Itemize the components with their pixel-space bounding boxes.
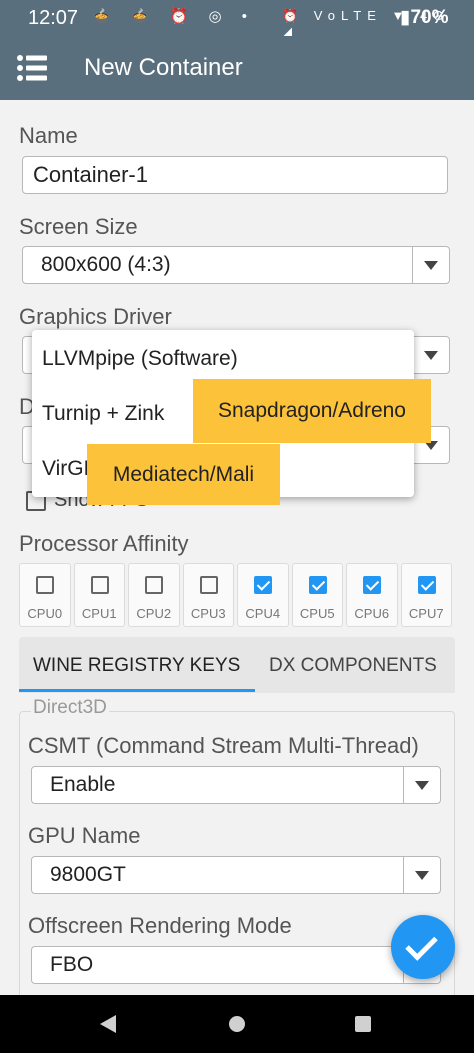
tab-dx-components[interactable]: DX COMPONENTS [269, 655, 437, 677]
cpu-affinity-item[interactable]: CPU4 [237, 563, 289, 627]
cpu-label: CPU6 [354, 606, 390, 621]
app-bar: New Container [0, 36, 474, 100]
select-divider [403, 857, 404, 893]
checkbox-icon [145, 576, 163, 594]
cpu-label: CPU1 [81, 606, 117, 621]
cpu-affinity-item[interactable]: CPU1 [73, 563, 125, 627]
recent-apps-icon[interactable] [355, 1016, 371, 1032]
checkbox-checked-icon [308, 576, 327, 594]
confirm-button[interactable] [391, 915, 455, 979]
cpu-label: CPU3 [190, 606, 226, 621]
page-title: New Container [84, 54, 243, 81]
cpu-label: CPU5 [299, 606, 335, 621]
select-divider [412, 247, 413, 283]
cpu-affinity-item[interactable]: CPU5 [291, 563, 343, 627]
checkbox-icon [90, 576, 109, 594]
chevron-down-icon [424, 261, 438, 270]
home-icon[interactable] [229, 1016, 245, 1032]
checkbox-icon [199, 576, 218, 594]
tab-bar: WINE REGISTRY KEYS DX COMPONENTS [19, 637, 455, 693]
processor-affinity-label: Processor Affinity [19, 531, 189, 556]
screen-size-label: Screen Size [19, 214, 138, 239]
navigation-bar [0, 995, 474, 1053]
graphics-driver-label: Graphics Driver [19, 304, 172, 329]
cpu-label: CPU7 [408, 606, 444, 621]
offscreen-rendering-value: FBO [50, 953, 94, 976]
name-label: Name [19, 123, 78, 148]
screen-size-value: 800x600 (4:3) [41, 253, 171, 276]
cpu-label: CPU4 [245, 606, 281, 621]
annotation-mediatech-mali: Mediatech/Mali [87, 444, 280, 505]
gpu-name-value: 9800GT [50, 863, 126, 886]
direct3d-group-title: Direct3D [31, 697, 109, 719]
cpu-affinity-item[interactable]: CPU7 [400, 563, 452, 627]
cpu-label: CPU0 [27, 606, 63, 621]
cpu-affinity-item[interactable]: CPU3 [182, 563, 234, 627]
cpu-affinity-row: CPU0 CPU1 CPU2 CPU3 CPU4 CPU5 CPU6 CPU7 [19, 563, 452, 627]
csmt-label: CSMT (Command Stream Multi-Thread) [28, 733, 419, 758]
cpu-affinity-item[interactable]: CPU0 [19, 563, 71, 627]
select-divider [403, 767, 404, 803]
status-bar: 12:07 🍲 🍲 ⏰ ◎ • ⏰ VoLTE ▼ 4G ◢ ▮70% [0, 0, 474, 39]
checkbox-checked-icon [417, 576, 436, 594]
status-time: 12:07 [28, 7, 79, 29]
tab-indicator [19, 689, 255, 692]
checkbox-icon [36, 576, 54, 594]
cpu-affinity-item[interactable]: CPU6 [346, 563, 398, 627]
notification-icons: 🍲 🍲 ⏰ ◎ • [92, 8, 256, 25]
csmt-select[interactable]: Enable [31, 766, 441, 804]
wine-registry-panel: Direct3D CSMT (Command Stream Multi-Thre… [19, 693, 455, 1011]
offscreen-rendering-select[interactable]: FBO [31, 946, 441, 984]
dropdown-item-turnip-zink[interactable]: Turnip + Zink [42, 402, 164, 426]
csmt-value: Enable [50, 773, 116, 796]
name-input[interactable] [22, 156, 448, 194]
checkbox-checked-icon [254, 576, 272, 594]
container-form: Name Screen Size 800x600 (4:3) Graphics … [0, 100, 474, 1011]
chevron-down-icon [415, 781, 429, 790]
checkbox-checked-icon [363, 576, 381, 594]
chevron-down-icon [415, 871, 429, 880]
offscreen-rendering-label: Offscreen Rendering Mode [28, 913, 292, 938]
cpu-label: CPU2 [136, 606, 172, 621]
menu-list-icon[interactable] [17, 54, 47, 82]
gpu-name-select[interactable]: 9800GT [31, 856, 441, 894]
dropdown-item-llvmpipe[interactable]: LLVMpipe (Software) [42, 347, 238, 371]
gpu-name-label: GPU Name [28, 823, 141, 848]
tab-wine-registry-keys[interactable]: WINE REGISTRY KEYS [33, 655, 240, 677]
chevron-down-icon [424, 351, 438, 360]
screen-size-select[interactable]: 800x600 (4:3) [22, 246, 450, 284]
battery-level: ▮70% [400, 7, 449, 28]
back-icon[interactable] [100, 1015, 116, 1033]
cpu-affinity-item[interactable]: CPU2 [128, 563, 180, 627]
check-icon [405, 928, 438, 961]
annotation-snapdragon-adreno: Snapdragon/Adreno [193, 379, 431, 443]
